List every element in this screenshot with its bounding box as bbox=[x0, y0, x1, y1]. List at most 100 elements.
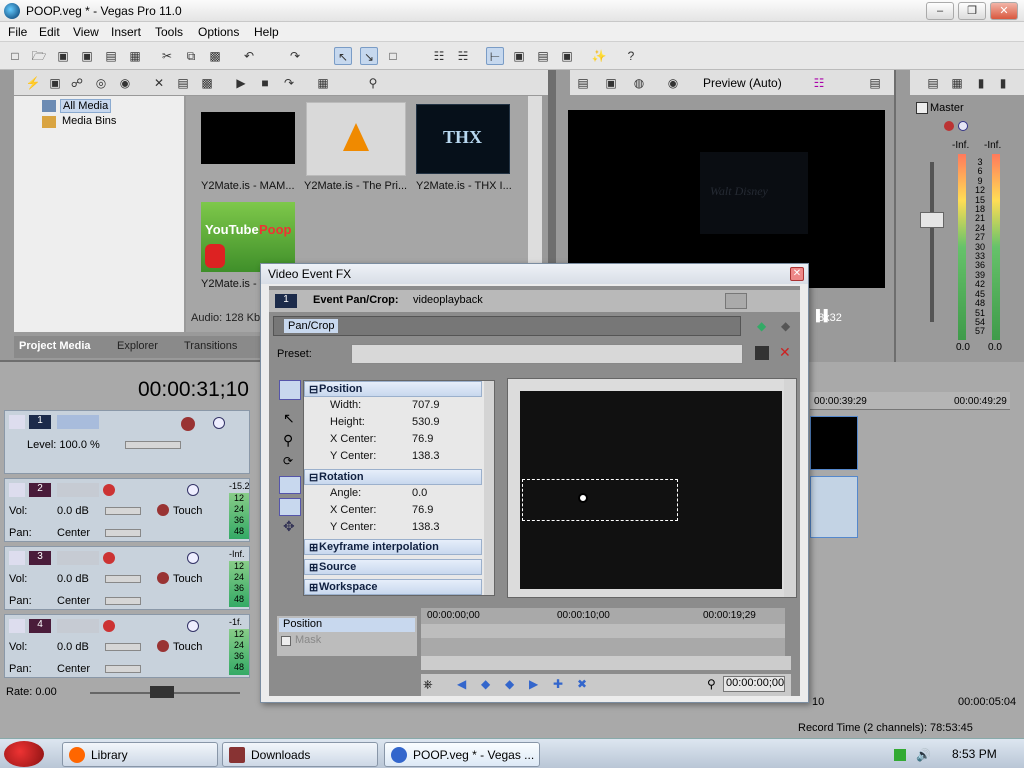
lock-envelopes-icon[interactable]: ▣ bbox=[510, 47, 528, 65]
preview-properties-icon[interactable]: ▤ bbox=[574, 74, 592, 92]
keyframe-timeline[interactable]: 00:00:00;00 00:00:10;00 00:00:19;29 bbox=[421, 608, 785, 656]
move-freely-icon[interactable]: ✥ bbox=[283, 518, 295, 535]
media-thumb-pri[interactable] bbox=[306, 102, 406, 176]
rate-slider-thumb[interactable] bbox=[150, 686, 174, 698]
copy-snapshot-icon[interactable]: ▤ bbox=[866, 74, 884, 92]
web-icon[interactable]: ◉ bbox=[116, 74, 134, 92]
audio-track-header[interactable]: 4 Vol: 0.0 dB Touch Pan: Center -1f. 12 24 36 48 bbox=[4, 614, 250, 678]
master-fx-icon[interactable] bbox=[944, 121, 954, 131]
fx-plugin-pan-crop[interactable]: Pan/Crop bbox=[284, 319, 339, 333]
video-track-1-header[interactable]: 1 Level: 100.0 % bbox=[4, 410, 250, 474]
play-preview-icon[interactable]: ▶ bbox=[232, 74, 250, 92]
delete-preset-icon[interactable]: ✕ bbox=[779, 344, 791, 361]
rotation-prop-value[interactable]: 138.3 bbox=[412, 521, 440, 533]
track-mute-icon[interactable] bbox=[187, 552, 199, 564]
tab-transitions[interactable]: Transitions bbox=[184, 340, 237, 352]
master-properties-icon[interactable]: ▤ bbox=[924, 74, 942, 92]
track-name-field[interactable] bbox=[57, 483, 99, 497]
search-media-icon[interactable]: ⚲ bbox=[364, 74, 382, 92]
media-thumb-thx[interactable]: THX bbox=[416, 104, 510, 174]
fx-layout-2-icon[interactable] bbox=[755, 293, 771, 309]
automation-mode[interactable]: Touch bbox=[173, 641, 202, 653]
preview-fx-icon[interactable]: ◍ bbox=[630, 74, 648, 92]
track-name-field[interactable] bbox=[57, 619, 99, 633]
fx-close-button[interactable]: ✕ bbox=[790, 267, 804, 281]
track-1-fx-icon[interactable] bbox=[181, 417, 195, 431]
track-fx-icon[interactable] bbox=[157, 504, 169, 516]
split-screen-icon[interactable]: ◉ bbox=[664, 74, 682, 92]
arm-record-icon[interactable] bbox=[103, 620, 115, 632]
arm-record-icon[interactable] bbox=[103, 484, 115, 496]
media-thumb-mam[interactable] bbox=[201, 112, 295, 164]
maximize-button[interactable]: ❐ bbox=[958, 2, 986, 20]
ignore-grouping-icon[interactable]: ▤ bbox=[534, 47, 552, 65]
remove-media-icon[interactable]: ✕ bbox=[150, 74, 168, 92]
track-collapse-icon[interactable] bbox=[9, 619, 25, 633]
track-mute-icon[interactable] bbox=[187, 620, 199, 632]
track-1-mute-icon[interactable] bbox=[213, 417, 225, 429]
arm-record-icon[interactable] bbox=[103, 552, 115, 564]
save-as-icon[interactable]: ▣ bbox=[78, 47, 96, 65]
preset-dropdown[interactable] bbox=[351, 344, 743, 364]
auto-crossfade-icon[interactable]: ☵ bbox=[454, 47, 472, 65]
view-icon[interactable]: ▦ bbox=[314, 74, 332, 92]
menu-insert[interactable]: Insert bbox=[111, 25, 141, 39]
menu-edit[interactable]: Edit bbox=[39, 25, 60, 39]
whats-this-help-icon[interactable]: ? bbox=[622, 47, 640, 65]
overlays-icon[interactable]: ☷ bbox=[810, 74, 828, 92]
downmix-icon[interactable]: ▮ bbox=[972, 74, 990, 92]
last-keyframe-icon[interactable]: ▶ bbox=[529, 677, 538, 691]
undo-icon[interactable]: ↶ bbox=[240, 47, 258, 65]
kf-track-position[interactable]: Position bbox=[279, 618, 415, 632]
zoom-edit-tool-icon[interactable]: ⚲ bbox=[283, 432, 293, 449]
tab-project-media[interactable]: Project Media bbox=[19, 340, 91, 352]
taskbar-item-downloads[interactable]: Downloads bbox=[222, 742, 378, 767]
zoom-tool-icon[interactable]: ▣ bbox=[558, 47, 576, 65]
track-fx-icon[interactable] bbox=[157, 572, 169, 584]
crop-rectangle[interactable] bbox=[522, 479, 678, 521]
menu-view[interactable]: View bbox=[73, 25, 99, 39]
master-mute-icon[interactable] bbox=[958, 121, 968, 131]
envelope-edit-tool-icon[interactable]: ↘ bbox=[360, 47, 378, 65]
paste-icon[interactable]: ▩ bbox=[206, 47, 224, 65]
preview-quality-dropdown[interactable]: Preview (Auto) bbox=[703, 76, 782, 90]
properties-scrollbar[interactable] bbox=[484, 381, 494, 595]
get-media-web-icon[interactable]: ☍ bbox=[68, 74, 86, 92]
tree-item-media-bins[interactable]: Media Bins bbox=[62, 115, 116, 127]
workspace-scrollbar[interactable] bbox=[784, 379, 796, 597]
track-name-field[interactable] bbox=[57, 551, 99, 565]
rotation-prop-row[interactable]: X Center: 76.9 bbox=[304, 504, 482, 520]
volume-fader[interactable] bbox=[105, 575, 141, 583]
track-1-name-field[interactable] bbox=[57, 415, 99, 429]
mask-checkbox[interactable] bbox=[281, 636, 291, 646]
pan-fader[interactable] bbox=[105, 665, 141, 673]
track-fx-icon[interactable] bbox=[157, 640, 169, 652]
audio-event-clip[interactable] bbox=[810, 476, 858, 538]
minimize-button[interactable]: – bbox=[926, 2, 954, 20]
position-prop-row[interactable]: Height: 530.9 bbox=[304, 416, 482, 432]
close-button[interactable]: ✕ bbox=[990, 2, 1018, 20]
start-button[interactable] bbox=[4, 741, 44, 767]
add-keyframe-icon[interactable]: ✚ bbox=[553, 677, 563, 691]
delete-keyframe-icon[interactable]: ✖ bbox=[577, 677, 587, 691]
track-collapse-icon[interactable] bbox=[9, 551, 25, 565]
media-fx-icon[interactable]: ✨ bbox=[590, 47, 608, 65]
network-tray-icon[interactable] bbox=[894, 749, 906, 761]
master-fader-thumb[interactable] bbox=[920, 212, 944, 228]
media-thumb-ytp[interactable]: YouTube Poop bbox=[201, 202, 295, 272]
expand-workspace-icon[interactable]: ⊞ bbox=[309, 581, 318, 594]
new-project-icon[interactable]: □ bbox=[6, 47, 24, 65]
rotation-prop-value[interactable]: 0.0 bbox=[412, 487, 427, 499]
track-mute-icon[interactable] bbox=[187, 484, 199, 496]
menu-options[interactable]: Options bbox=[198, 25, 239, 39]
taskbar-item-library[interactable]: Library bbox=[62, 742, 218, 767]
cut-icon[interactable]: ✂ bbox=[158, 47, 176, 65]
automation-mode[interactable]: Touch bbox=[173, 573, 202, 585]
pan-fader[interactable] bbox=[105, 529, 141, 537]
track-collapse-icon[interactable] bbox=[9, 483, 25, 497]
position-prop-value[interactable]: 76.9 bbox=[412, 433, 433, 445]
next-keyframe-icon[interactable]: ◆ bbox=[505, 677, 514, 691]
selection-tool-icon[interactable]: □ bbox=[384, 47, 402, 65]
prev-keyframe-icon[interactable]: ◆ bbox=[481, 677, 490, 691]
expand-keyframe-icon[interactable]: ⊞ bbox=[309, 541, 318, 554]
